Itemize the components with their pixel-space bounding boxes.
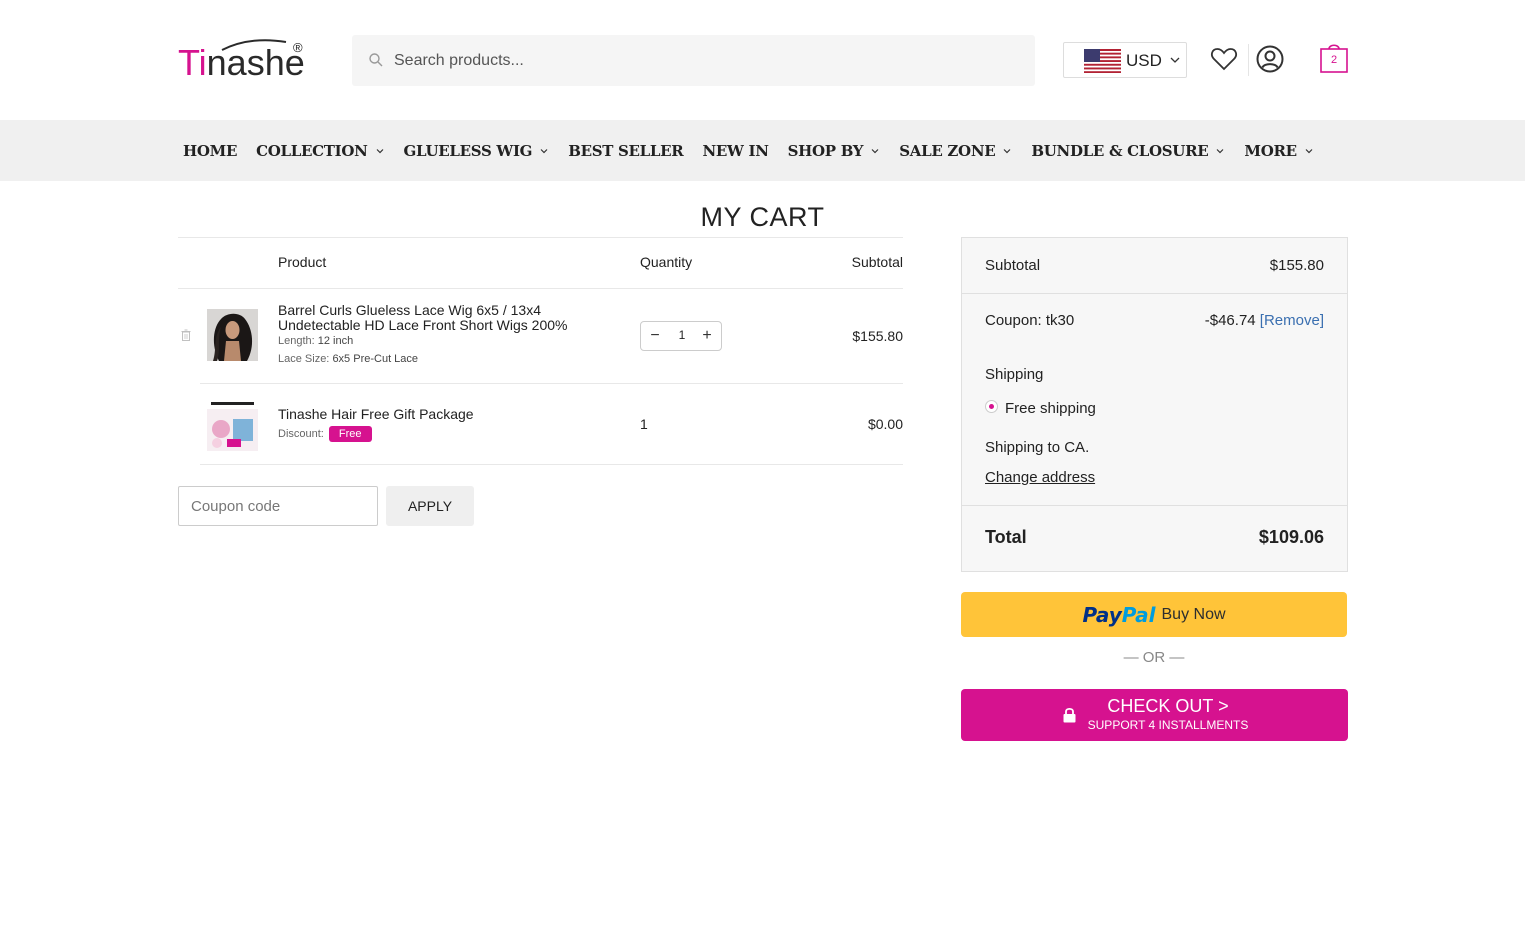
nav-item-best-seller[interactable]: BEST SELLER <box>568 141 684 160</box>
currency-label: USD <box>1126 51 1162 70</box>
free-badge: Free <box>328 426 372 442</box>
account-icon[interactable] <box>1255 44 1285 74</box>
checkout-main-label: CHECK OUT > <box>1107 696 1229 716</box>
product-name-line1: Barrel Curls Glueless Lace Wig 6x5 / 13x… <box>278 302 541 318</box>
search-bar <box>352 35 1035 86</box>
subtotal-value: $155.80 <box>1269 257 1324 274</box>
checkout-button[interactable]: CHECK OUT > SUPPORT 4 INSTALLMENTS <box>961 689 1348 741</box>
nav-item-bundle-closure[interactable]: BUNDLE & CLOSURE <box>1031 142 1225 160</box>
shipping-destination: Shipping to CA. <box>985 439 1090 456</box>
shipping-label: Shipping <box>985 366 1044 383</box>
gift-discount: Discount: Free <box>278 426 372 442</box>
discount-label: Discount: <box>278 428 324 440</box>
heart-icon[interactable] <box>1210 45 1238 73</box>
site-logo[interactable]: Tinashe ® <box>178 38 308 83</box>
row-divider <box>200 383 903 384</box>
chevron-down-icon <box>376 148 383 153</box>
apply-coupon-button[interactable]: APPLY <box>386 486 474 526</box>
row-divider <box>200 464 903 465</box>
product-lace-size: Lace Size: 6x5 Pre-Cut Lace <box>278 353 418 365</box>
header-quantity: Quantity <box>640 254 693 270</box>
lace-size-label: Lace Size: <box>278 353 330 365</box>
header-product: Product <box>278 254 327 270</box>
nav-item-shop-by[interactable]: SHOP BY <box>788 142 881 160</box>
product-thumbnail-gift[interactable] <box>207 399 258 451</box>
free-shipping-label[interactable]: Free shipping <box>1005 400 1096 417</box>
search-icon <box>369 53 383 67</box>
header-subtotal: Subtotal <box>851 254 903 270</box>
nav-item-label: BEST SELLER <box>568 141 684 160</box>
cart-totals: Subtotal $155.80 Coupon: tk30 -$46.74 [R… <box>961 237 1348 572</box>
search-input[interactable] <box>394 35 1014 86</box>
coupon-code-input[interactable] <box>178 486 378 526</box>
paypal-logo: PayPal <box>1082 602 1156 627</box>
or-divider: — OR — <box>1123 649 1185 666</box>
site-header: Tinashe ® USD <box>0 0 1540 120</box>
main-nav: HOME COLLECTION GLUELESS WIG BEST SELLER NEW… <box>0 120 1525 181</box>
logo-registered: ® <box>293 40 303 55</box>
cart-button[interactable]: 2 <box>1319 42 1349 74</box>
gift-quantity: 1 <box>640 416 648 432</box>
nav-item-glueless-wig[interactable]: GLUELESS WIG <box>404 142 550 160</box>
us-flag-icon <box>1084 49 1121 73</box>
header-divider <box>1248 44 1249 76</box>
nav-item-label: GLUELESS WIG <box>403 141 533 160</box>
paypal-buy-now-button[interactable]: PayPal Buy Now <box>961 592 1347 637</box>
nav-item-sale-zone[interactable]: SALE ZONE <box>899 142 1012 160</box>
quantity-value[interactable]: 1 <box>669 328 695 342</box>
chevron-down-icon <box>1170 57 1180 63</box>
nav-item-label: SHOP BY <box>787 141 864 160</box>
nav-item-label: MORE <box>1244 141 1297 160</box>
nav-item-more[interactable]: MORE <box>1244 142 1313 160</box>
totals-divider <box>962 293 1347 294</box>
subtotal-label: Subtotal <box>985 257 1041 274</box>
cart-table: Product Quantity Subtotal Barrel Curls G… <box>178 237 903 467</box>
gift-subtotal: $0.00 <box>867 416 903 432</box>
product-name[interactable]: Barrel Curls Glueless Lace Wig 6x5 / 13x… <box>278 303 567 333</box>
totals-divider <box>962 505 1347 506</box>
item-subtotal: $155.80 <box>852 328 903 344</box>
quantity-increase-button[interactable]: + <box>697 327 717 347</box>
nav-item-label: COLLECTION <box>256 141 368 160</box>
product-length: Length: 12 inch <box>278 335 353 347</box>
nav-item-label: BUNDLE & CLOSURE <box>1031 141 1209 160</box>
gift-product-name[interactable]: Tinashe Hair Free Gift Package <box>278 407 474 422</box>
nav-item-home[interactable]: HOME <box>183 142 237 160</box>
length-label: Length: <box>278 335 315 347</box>
chevron-down-icon <box>1003 148 1011 153</box>
logo-text: Tinashe <box>178 42 305 83</box>
length-value: 12 inch <box>317 335 354 347</box>
chevron-down-icon <box>540 148 548 153</box>
product-name-line2: Undetectable HD Lace Front Short Wigs 20… <box>278 317 568 333</box>
coupon-discount-value: -$46.74 <box>1204 312 1256 329</box>
nav-items: HOME COLLECTION GLUELESS WIG BEST SELLER NEW… <box>183 120 1333 181</box>
nav-item-label: HOME <box>183 141 238 160</box>
table-header-border <box>178 288 903 289</box>
change-address-link[interactable]: Change address <box>985 469 1095 486</box>
trash-icon[interactable] <box>181 329 191 341</box>
quantity-decrease-button[interactable]: − <box>645 327 665 347</box>
paypal-buy-now-label: Buy Now <box>1161 605 1226 623</box>
lace-size-value: 6x5 Pre-Cut Lace <box>332 353 419 365</box>
nav-item-label: SALE ZONE <box>899 141 996 160</box>
nav-item-collection[interactable]: COLLECTION <box>256 142 384 160</box>
chevron-down-icon <box>871 148 879 153</box>
total-value: $109.06 <box>1258 527 1324 547</box>
free-shipping-radio[interactable] <box>985 400 998 413</box>
coupon-label: Coupon: tk30 <box>985 312 1075 329</box>
total-label: Total <box>985 527 1027 547</box>
chevron-down-icon <box>1305 148 1313 153</box>
product-thumbnail-wig[interactable] <box>207 309 258 361</box>
nav-item-label: NEW IN <box>702 141 769 160</box>
table-top-border <box>178 237 903 238</box>
chevron-down-icon <box>1216 148 1224 153</box>
cart-count-badge: 2 <box>1330 54 1338 66</box>
nav-item-new-in[interactable]: NEW IN <box>702 142 768 160</box>
checkout-sub-label: SUPPORT 4 INSTALLMENTS <box>1087 718 1249 732</box>
coupon-discount: -$46.74 [Remove] <box>1205 312 1324 329</box>
page-title: MY CART <box>700 202 825 232</box>
currency-selector[interactable]: USD <box>1063 42 1187 78</box>
quantity-stepper: − 1 + <box>640 321 722 351</box>
remove-coupon-link[interactable]: [Remove] <box>1260 312 1324 329</box>
